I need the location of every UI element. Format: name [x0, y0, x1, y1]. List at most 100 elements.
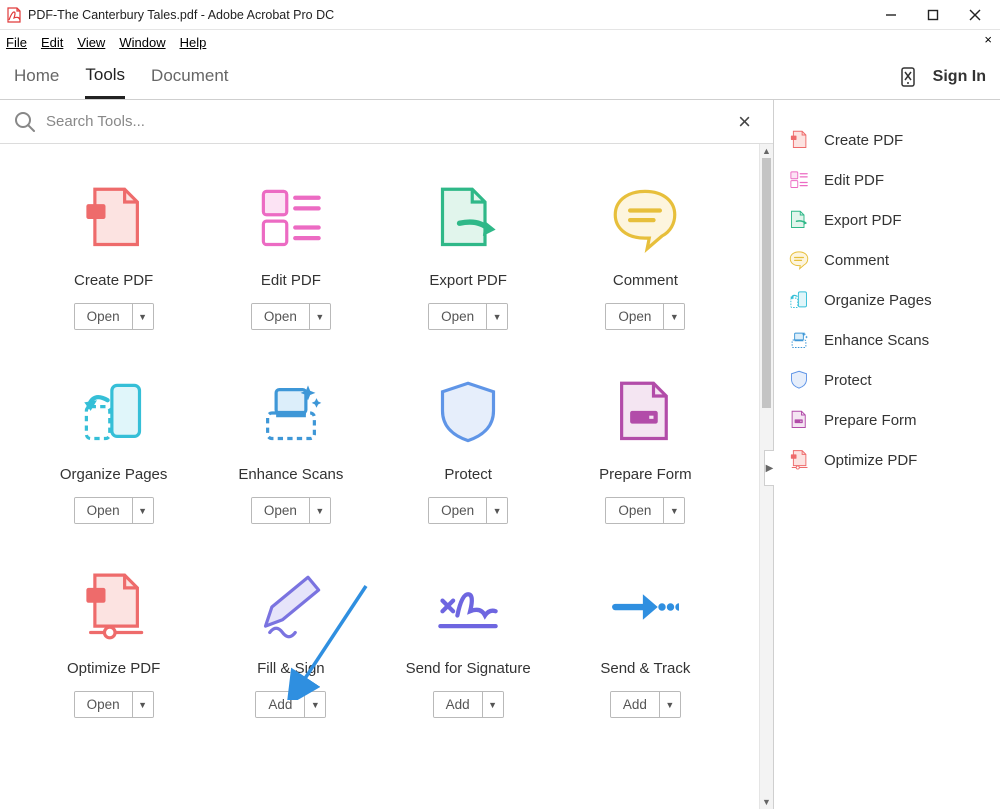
prepare-form-icon: [610, 378, 680, 448]
tool-action-label[interactable]: Open: [252, 498, 310, 523]
tool-action-label[interactable]: Add: [434, 692, 483, 717]
tool-action-label[interactable]: Open: [75, 498, 133, 523]
tool-action-label[interactable]: Add: [256, 692, 305, 717]
tool-action-label[interactable]: Open: [429, 304, 487, 329]
chevron-down-icon[interactable]: ▼: [664, 304, 684, 329]
window-controls: [872, 2, 994, 28]
tool-label: Export PDF: [429, 272, 507, 289]
tool-card-export-pdf: Export PDF Open▼: [385, 184, 552, 330]
maximize-button[interactable]: [914, 2, 952, 28]
tool-label: Organize Pages: [60, 466, 168, 483]
comment-icon: [788, 249, 810, 271]
tool-action-button[interactable]: Open▼: [74, 691, 154, 718]
sidebar-item-organize-pages[interactable]: Organize Pages: [788, 280, 986, 320]
sidebar-item-label: Export PDF: [824, 212, 902, 229]
edit-pdf-icon: [788, 169, 810, 191]
side-panel-toggle[interactable]: ▶: [764, 450, 774, 486]
tool-action-button[interactable]: Open▼: [251, 303, 331, 330]
sidebar-item-label: Comment: [824, 252, 889, 269]
protect-icon: [433, 378, 503, 448]
chevron-down-icon[interactable]: ▼: [664, 498, 684, 523]
sidebar-item-comment[interactable]: Comment: [788, 240, 986, 280]
tool-action-label[interactable]: Open: [75, 692, 133, 717]
chevron-down-icon[interactable]: ▼: [483, 692, 503, 717]
tool-action-button[interactable]: Open▼: [74, 497, 154, 524]
menu-file[interactable]: File: [6, 35, 27, 50]
sidebar-item-optimize-pdf[interactable]: Optimize PDF: [788, 440, 986, 480]
tab-document[interactable]: Document: [151, 56, 228, 97]
tool-action-button[interactable]: Open▼: [74, 303, 154, 330]
chevron-down-icon[interactable]: ▼: [310, 498, 330, 523]
sidebar-item-create-pdf[interactable]: Create PDF: [788, 120, 986, 160]
tool-action-label[interactable]: Open: [75, 304, 133, 329]
tool-card-optimize-pdf: Optimize PDFOpen▼: [30, 572, 197, 718]
tool-action-label[interactable]: Open: [429, 498, 487, 523]
send-track-icon: [610, 572, 680, 642]
mobile-link-icon[interactable]: [899, 67, 917, 87]
tools-grid: Create PDFOpen▼Edit PDFOpen▼Export PDFOp…: [0, 144, 759, 809]
tool-action-button[interactable]: Open▼: [605, 497, 685, 524]
tool-action-button[interactable]: Add▼: [255, 691, 326, 718]
tool-action-label[interactable]: Add: [611, 692, 660, 717]
tab-home[interactable]: Home: [14, 56, 59, 97]
title-bar: PDF-The Canterbury Tales.pdf - Adobe Acr…: [0, 0, 1000, 30]
menu-edit[interactable]: Edit: [41, 35, 63, 50]
tab-tools[interactable]: Tools: [85, 55, 125, 99]
create-pdf-icon: [788, 129, 810, 151]
tool-card-organize-pages: Organize Pages Open▼: [30, 378, 197, 524]
enhance-scans-icon: [788, 329, 810, 351]
tool-card-edit-pdf: Edit PDFOpen▼: [207, 184, 374, 330]
menu-view[interactable]: View: [77, 35, 105, 50]
tool-action-button[interactable]: Open▼: [428, 303, 508, 330]
chevron-down-icon[interactable]: ▼: [305, 692, 325, 717]
chevron-down-icon[interactable]: ▼: [133, 498, 153, 523]
menubar-close-icon[interactable]: ×: [984, 32, 992, 47]
tool-action-label[interactable]: Open: [252, 304, 310, 329]
sidebar-item-edit-pdf[interactable]: Edit PDF: [788, 160, 986, 200]
tool-action-button[interactable]: Open▼: [251, 497, 331, 524]
organize-pages-icon: [788, 289, 810, 311]
window-title: PDF-The Canterbury Tales.pdf - Adobe Acr…: [28, 8, 872, 22]
tool-action-label[interactable]: Open: [606, 498, 664, 523]
export-pdf-icon: [788, 209, 810, 231]
menu-window[interactable]: Window: [119, 35, 165, 50]
close-button[interactable]: [956, 2, 994, 28]
chevron-down-icon[interactable]: ▼: [487, 498, 507, 523]
tool-action-button[interactable]: Open▼: [605, 303, 685, 330]
scroll-up-icon[interactable]: ▲: [760, 144, 773, 158]
tool-action-button[interactable]: Open▼: [428, 497, 508, 524]
sidebar-item-label: Create PDF: [824, 132, 903, 149]
chevron-down-icon[interactable]: ▼: [660, 692, 680, 717]
sidebar-item-prepare-form[interactable]: Prepare Form: [788, 400, 986, 440]
search-close-icon[interactable]: ×: [730, 109, 759, 135]
chevron-down-icon[interactable]: ▼: [487, 304, 507, 329]
sidebar-item-label: Optimize PDF: [824, 452, 917, 469]
tool-action-button[interactable]: Add▼: [610, 691, 681, 718]
search-icon: [14, 111, 36, 133]
tool-card-send-track: Send & TrackAdd▼: [562, 572, 729, 718]
chevron-down-icon[interactable]: ▼: [310, 304, 330, 329]
search-input[interactable]: [46, 113, 730, 130]
sidebar-item-label: Edit PDF: [824, 172, 884, 189]
chevron-down-icon[interactable]: ▼: [133, 304, 153, 329]
sign-in-link[interactable]: Sign In: [933, 68, 986, 86]
sidebar-item-protect[interactable]: Protect: [788, 360, 986, 400]
sidebar-item-label: Prepare Form: [824, 412, 917, 429]
sidebar-item-export-pdf[interactable]: Export PDF: [788, 200, 986, 240]
scroll-thumb[interactable]: [762, 158, 771, 408]
tool-action-label[interactable]: Open: [606, 304, 664, 329]
menu-help[interactable]: Help: [180, 35, 207, 50]
scroll-down-icon[interactable]: ▼: [760, 795, 773, 809]
tool-action-button[interactable]: Add▼: [433, 691, 504, 718]
tool-card-create-pdf: Create PDF Open▼: [30, 184, 197, 330]
protect-icon: [788, 369, 810, 391]
chevron-down-icon[interactable]: ▼: [133, 692, 153, 717]
tool-card-send-signature: Send for SignatureAdd▼: [385, 572, 552, 718]
sidebar-item-enhance-scans[interactable]: Enhance Scans: [788, 320, 986, 360]
tool-label: Prepare Form: [599, 466, 692, 483]
tool-label: Comment: [613, 272, 678, 289]
search-row: ×: [0, 100, 773, 144]
tool-label: Create PDF: [74, 272, 153, 289]
tab-bar: Home Tools Document Sign In: [0, 54, 1000, 100]
minimize-button[interactable]: [872, 2, 910, 28]
